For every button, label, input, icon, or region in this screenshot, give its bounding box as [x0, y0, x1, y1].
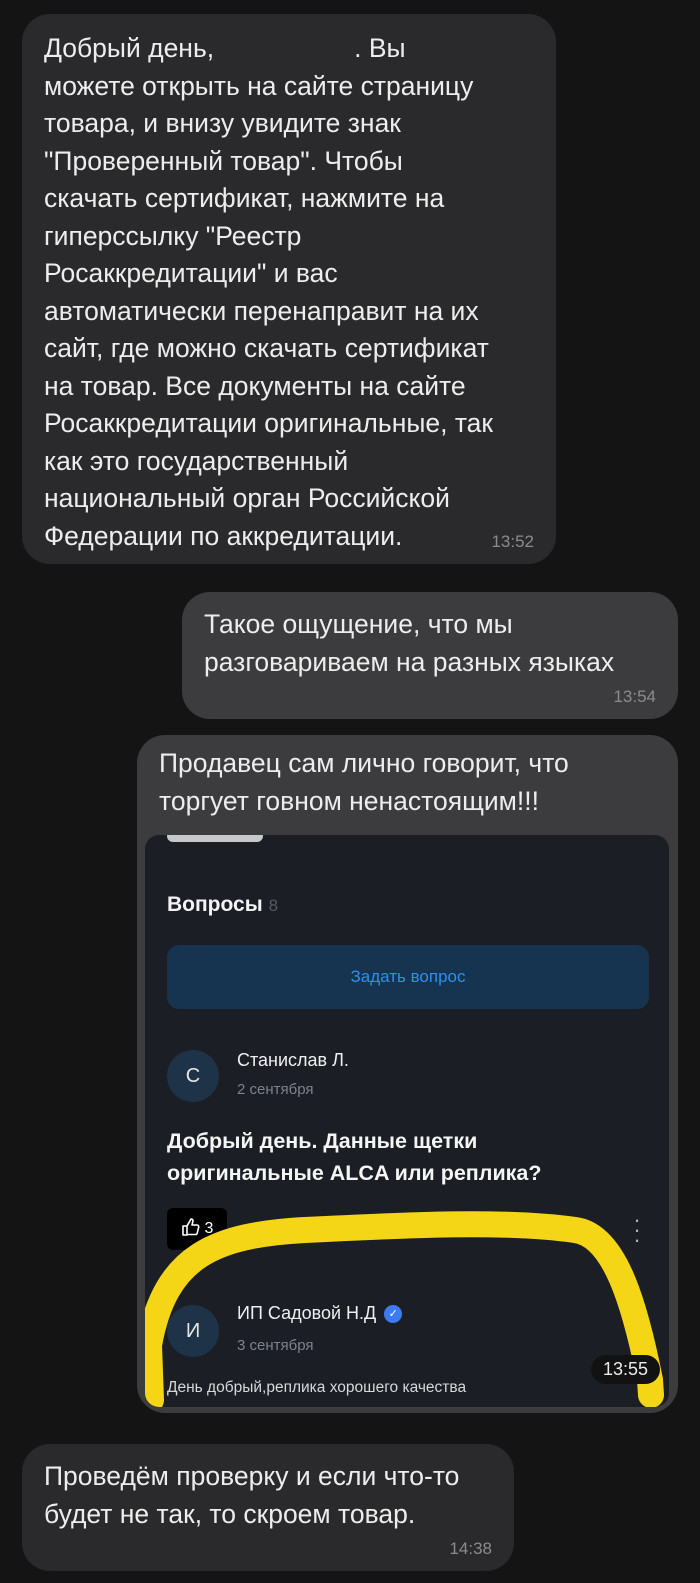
message-bubble-incoming[interactable]: Добрый день,. Вы можете открыть на сайте… — [22, 14, 556, 564]
answer-date: 3 сентября — [237, 1337, 314, 1354]
answer-author-name: ИП Садовой Н.Д ✓ — [237, 1303, 403, 1324]
message-text: Такое ощущение, что мы разговариваем на … — [204, 609, 615, 677]
attached-screenshot[interactable]: Вопросы 8 Задать вопрос С Станислав Л. 2 … — [145, 835, 669, 1407]
message-timestamp: 14:38 — [449, 1539, 492, 1558]
message-bubble-outgoing-with-image[interactable]: Продавец сам лично говорит, что торгует … — [137, 735, 678, 1413]
message-bubble-incoming[interactable]: Проведём проверку и если что-то будет не… — [22, 1444, 514, 1571]
yellow-highlight-scribble — [145, 1211, 664, 1407]
message-timestamp: 13:52 — [491, 532, 534, 551]
message-timestamp: 13:55 — [591, 1355, 661, 1384]
message-timestamp: 13:54 — [613, 687, 656, 706]
verified-check-icon: ✓ — [384, 1305, 403, 1324]
answer-author-avatar: И — [167, 1305, 219, 1357]
message-text: Проведём проверку и если что-то будет не… — [44, 1461, 460, 1529]
message-text: Продавец сам лично говорит, что торгует … — [159, 748, 569, 816]
message-text: Добрый день,. Вы можете открыть на сайте… — [44, 33, 494, 551]
message-bubble-outgoing[interactable]: Такое ощущение, что мы разговариваем на … — [182, 592, 678, 719]
redacted-name — [214, 56, 354, 57]
answer-text: День добрый,реплика хорошего качества — [167, 1379, 467, 1396]
